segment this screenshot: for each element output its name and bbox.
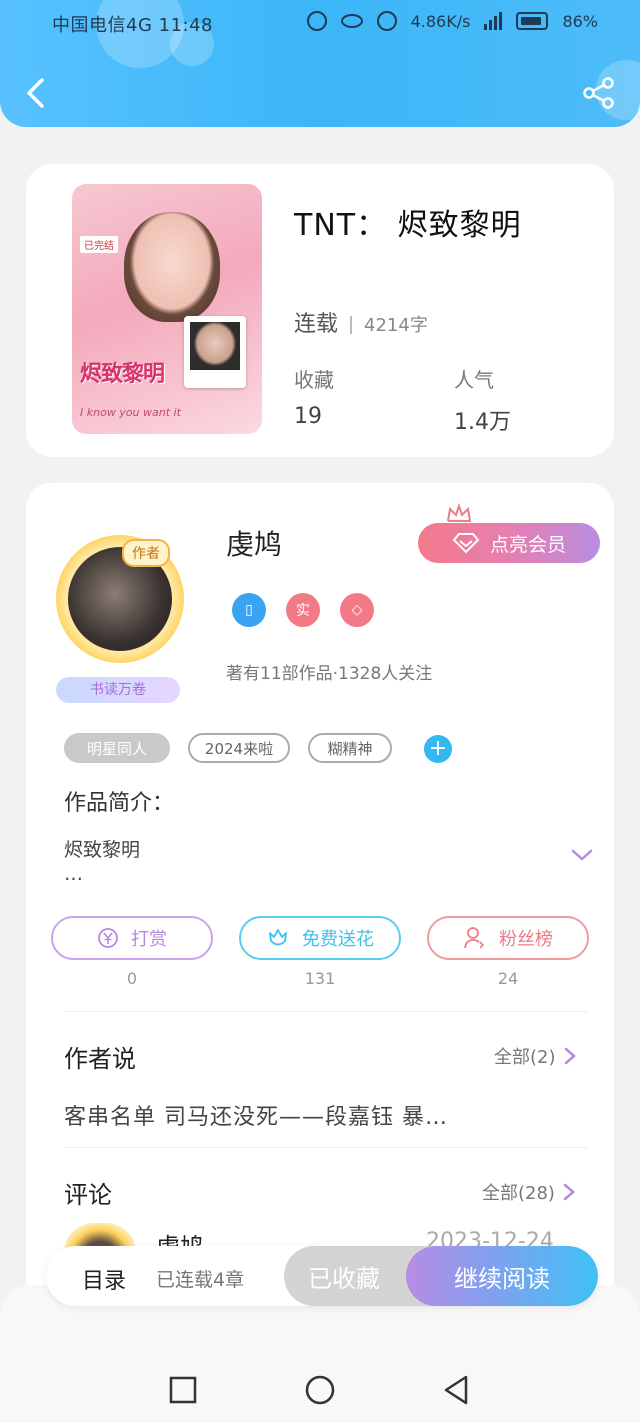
- continue-reading-button[interactable]: 继续阅读: [406, 1246, 598, 1306]
- comments-title: 评论: [64, 1181, 112, 1209]
- back-nav-icon[interactable]: [440, 1373, 474, 1407]
- divider: [64, 1147, 588, 1148]
- book-info-card: 已完结 烬致黎明 I know you want it TNT： 烬致黎明 连载…: [26, 164, 614, 457]
- book-title: TNT： 烬致黎明: [294, 208, 522, 243]
- send-flower-label: 免费送花: [302, 929, 374, 950]
- divider: [350, 316, 353, 334]
- status-icons: 4.86K/s 86%: [306, 11, 598, 31]
- favorites-label: 收藏: [294, 368, 334, 392]
- toc-button[interactable]: 目录: [82, 1263, 126, 1295]
- cover-subtitle: I know you want it: [80, 406, 181, 419]
- vip-button[interactable]: 点亮会员: [418, 523, 600, 563]
- continue-reading-label: 继续阅读: [454, 1264, 550, 1293]
- status-bar: 中国电信4G 11:48 4.86K/s 86%: [0, 0, 640, 44]
- reward-button[interactable]: 打赏: [51, 916, 213, 960]
- flower-icon: [269, 929, 287, 946]
- author-stats: 著有11部作品·1328人关注: [226, 664, 433, 684]
- add-tag-button[interactable]: +: [424, 735, 452, 763]
- cover-tag: 已完结: [80, 236, 118, 253]
- tag-chip[interactable]: 明星同人: [64, 733, 170, 763]
- header: 中国电信4G 11:48 4.86K/s 86%: [0, 0, 640, 127]
- author-name: 虔鸠: [226, 528, 283, 561]
- vip-button-label: 点亮会员: [489, 533, 566, 556]
- eye-icon: [340, 14, 363, 28]
- phone-badge-icon[interactable]: ▯: [232, 593, 266, 627]
- intro-text: 烬致黎明: [64, 839, 141, 861]
- chevron-right-icon: [563, 1183, 575, 1201]
- vip-badge-icon[interactable]: ◇: [340, 593, 374, 627]
- popularity-label: 人气: [454, 368, 494, 392]
- diamond-icon: [452, 533, 480, 554]
- fan-ranking-button[interactable]: 粉丝榜: [427, 916, 589, 960]
- verified-badge-icon[interactable]: 实: [286, 593, 320, 627]
- author-badge: 作者: [122, 539, 170, 567]
- chevron-right-icon: [564, 1047, 576, 1065]
- word-count: 4214字: [364, 315, 428, 336]
- book-status: 连载: [294, 312, 339, 337]
- tag-chip[interactable]: 2024来啦: [188, 733, 290, 763]
- reward-count: 0: [126, 969, 138, 988]
- author-say-text[interactable]: 客串名单 司马还没死——段嘉钰 暴…: [64, 1099, 448, 1131]
- flower-count: 131: [304, 969, 336, 988]
- cover-portrait: [124, 212, 220, 322]
- comments-more-label: 全部(28): [482, 1183, 555, 1204]
- status-carrier: 中国电信4G 11:48: [52, 15, 213, 36]
- reader-level-badge: 书读万卷: [56, 677, 180, 703]
- reward-label: 打赏: [131, 929, 167, 950]
- author-say-more[interactable]: 全部(2): [494, 1043, 576, 1069]
- battery-icon: [516, 12, 549, 30]
- toc-status: 已连载4章: [156, 1269, 245, 1291]
- collected-label: 已收藏: [308, 1264, 380, 1293]
- send-flower-button[interactable]: 免费送花: [239, 916, 401, 960]
- book-cover[interactable]: 已完结 烬致黎明 I know you want it: [72, 184, 262, 434]
- author-say-title: 作者说: [64, 1045, 136, 1073]
- alarm-icon: [306, 11, 327, 31]
- signal-icon: [484, 12, 503, 30]
- network-speed: 4.86K/s: [410, 11, 471, 31]
- user-icon: [464, 927, 485, 949]
- back-icon[interactable]: [22, 76, 52, 110]
- clock-icon: [376, 11, 397, 31]
- fan-ranking-label: 粉丝榜: [499, 929, 553, 950]
- fan-count: 24: [497, 969, 519, 988]
- intro-ellipsis: …: [64, 863, 83, 885]
- favorites-value: 19: [294, 404, 322, 429]
- share-icon[interactable]: [582, 76, 616, 110]
- home-icon[interactable]: [303, 1373, 337, 1407]
- popularity-value: 1.4万: [454, 410, 511, 435]
- cover-title: 烬致黎明: [80, 362, 165, 387]
- divider: [64, 1011, 588, 1012]
- tag-chip[interactable]: 糊精神: [308, 733, 392, 763]
- recent-apps-icon[interactable]: [166, 1373, 200, 1407]
- intro-title: 作品简介：: [64, 791, 175, 816]
- battery-level: 86%: [562, 11, 598, 31]
- verified-badge-text: 实: [296, 603, 310, 619]
- yen-icon: [98, 928, 118, 948]
- cover-inset-photo: [184, 316, 246, 388]
- chevron-down-icon[interactable]: [570, 847, 594, 863]
- system-nav-bar: [0, 1355, 640, 1423]
- book-status-line: 连载 4214字: [294, 306, 428, 338]
- author-say-more-label: 全部(2): [494, 1047, 556, 1068]
- comments-more[interactable]: 全部(28): [482, 1179, 575, 1205]
- crown-icon: [447, 503, 472, 522]
- bottom-action-bar: 目录 已连载4章 已收藏 继续阅读: [46, 1246, 598, 1306]
